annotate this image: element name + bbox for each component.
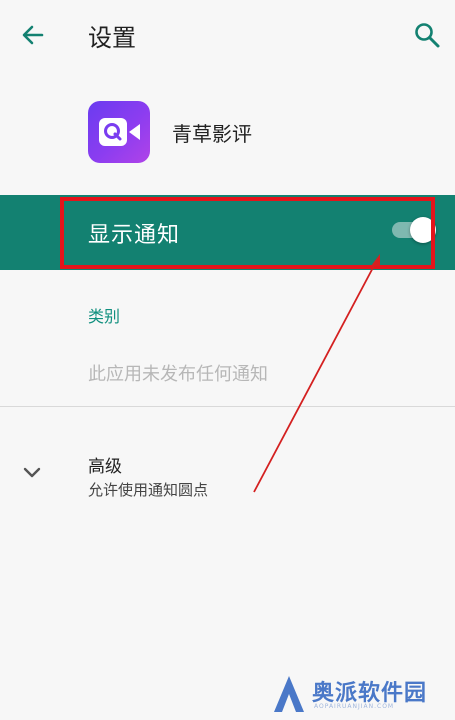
- show-notifications-label: 显示通知: [88, 223, 181, 248]
- toggle-knob: [410, 217, 436, 243]
- video-camera-q-icon: [99, 118, 140, 146]
- app-icon: [88, 101, 150, 163]
- search-button[interactable]: [412, 20, 442, 50]
- page-title: 设置: [88, 24, 136, 52]
- advanced-title: 高级: [88, 457, 122, 477]
- category-header: 类别: [88, 307, 121, 326]
- search-icon: [415, 23, 440, 48]
- app-bar: 设置: [0, 0, 455, 72]
- watermark-subtext: AOPAIRUANJIAN.COM: [314, 703, 395, 710]
- watermark: 奥派软件园 AOPAIRUANJIAN.COM: [268, 672, 453, 718]
- app-name: 青草影评: [172, 122, 252, 146]
- show-notifications-row[interactable]: 显示通知: [0, 195, 455, 270]
- arrow-back-icon: [22, 25, 44, 45]
- no-notifications-message: 此应用未发布任何通知: [88, 364, 268, 385]
- notifications-toggle[interactable]: [390, 217, 436, 243]
- chevron-down-icon: [23, 467, 41, 478]
- watermark-logo-icon: [274, 676, 304, 712]
- app-info-row: 青草影评: [0, 96, 455, 170]
- divider: [0, 406, 455, 407]
- advanced-row[interactable]: 高级 允许使用通知圆点: [0, 446, 455, 506]
- advanced-subtitle: 允许使用通知圆点: [88, 481, 209, 499]
- back-button[interactable]: [18, 20, 48, 50]
